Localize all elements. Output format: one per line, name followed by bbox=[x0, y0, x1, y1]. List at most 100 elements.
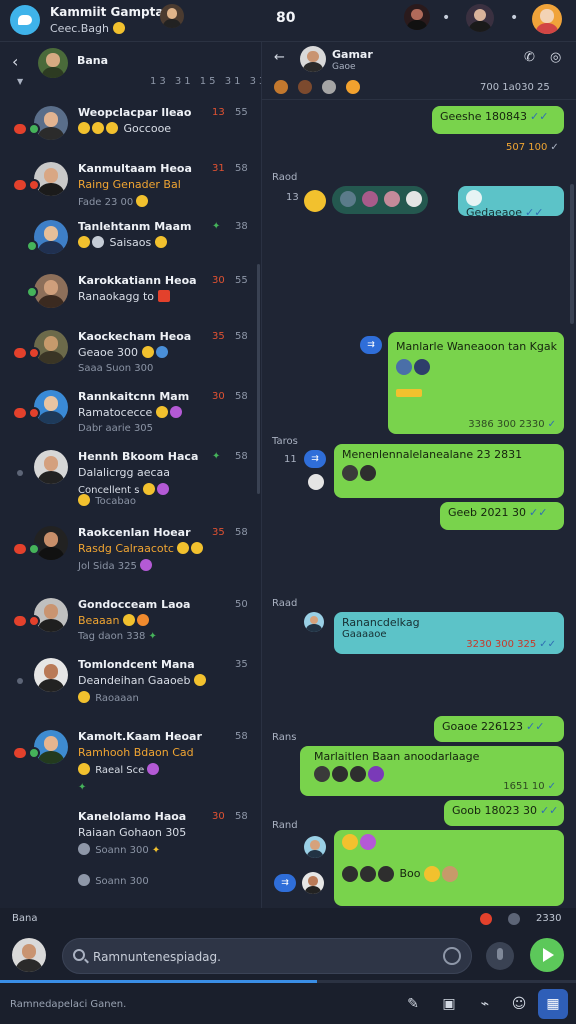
incoming-message[interactable]: Ranancdelkag Gaaaaoe 3230 300 325 ✓✓ bbox=[334, 612, 564, 654]
conversation-scrollbar[interactable] bbox=[570, 184, 574, 324]
outgoing-message[interactable]: Goob 18023 30 ✓✓ bbox=[444, 800, 564, 826]
preview-text: Rasdg Calraacotc bbox=[78, 542, 174, 555]
sticker-icon bbox=[368, 766, 384, 782]
sticker-icon[interactable] bbox=[308, 474, 324, 490]
chevron-left-icon[interactable]: ‹ bbox=[12, 52, 18, 71]
chat-list-item[interactable]: Tanlehtanm Maam Saisaos ✦ 38 bbox=[0, 220, 256, 278]
chat-list-item[interactable]: Kanmultaam Heoa Raing Genader Bal Fade 2… bbox=[0, 162, 256, 220]
timestamp: 35 bbox=[235, 659, 248, 670]
send-button[interactable] bbox=[530, 938, 564, 972]
contact-avatar[interactable] bbox=[34, 162, 68, 196]
contact-avatar[interactable] bbox=[34, 450, 68, 484]
forward-icon[interactable]: ⇉ bbox=[274, 874, 296, 892]
forward-icon[interactable]: ⇉ bbox=[304, 450, 326, 468]
emoji-icon bbox=[169, 406, 182, 418]
contact-avatar[interactable] bbox=[34, 598, 68, 632]
chat-list-item[interactable]: Kaockecham Heoa Geaoe 300 Saaa Suon 300 … bbox=[0, 330, 256, 388]
caret-down-icon[interactable]: ▼ bbox=[17, 77, 23, 86]
message-text: Ranancdelkag bbox=[342, 616, 420, 629]
unread-count: 30 bbox=[212, 391, 225, 402]
filter-icons[interactable]: 13 31 15 31 33 bbox=[150, 76, 261, 87]
attach-icon[interactable]: ⌁ bbox=[476, 995, 494, 1013]
sender-avatar[interactable] bbox=[304, 612, 324, 632]
read-check-icon: ✓✓ bbox=[529, 506, 548, 519]
incoming-message[interactable]: Marlaitlen Baan anoodarlaage 1651 10 ✓ bbox=[300, 746, 564, 796]
sender-avatar[interactable] bbox=[302, 872, 324, 894]
contact-avatar[interactable] bbox=[34, 658, 68, 692]
contact-avatar[interactable] bbox=[34, 526, 68, 560]
message-input[interactable] bbox=[93, 945, 433, 969]
compose-field[interactable] bbox=[62, 938, 472, 974]
group-avatar[interactable] bbox=[38, 48, 68, 78]
image-icon[interactable]: ▣ bbox=[440, 995, 458, 1013]
chat-list-item[interactable]: Gondocceam Laoa Beaaan Tag daon 338 ✦ 50 bbox=[0, 598, 256, 656]
sticker-icon bbox=[342, 834, 358, 850]
sender-label: Raad bbox=[272, 598, 298, 609]
unread-count: 31 bbox=[212, 163, 225, 174]
compose-icon[interactable]: ✎ bbox=[404, 995, 422, 1013]
chat-list-item[interactable]: Tomlondcent Mana Deandeihan Gaaoeb Raoaa… bbox=[0, 658, 256, 716]
pin-icon: ✦ bbox=[148, 631, 157, 642]
conversation-status: Gaoe bbox=[332, 62, 356, 72]
outgoing-message[interactable]: Goaoe 226123 ✓✓ bbox=[434, 716, 564, 742]
profile-avatar[interactable] bbox=[532, 4, 562, 34]
outgoing-message[interactable]: Manlarle Waneaoon tan Kgak 3386 300 2330… bbox=[388, 332, 564, 434]
chat-list-item[interactable]: Kamolt.Kaam Heoar Ramhooh Bdaon Cad Raea… bbox=[0, 730, 256, 788]
sticker-strip[interactable] bbox=[332, 186, 428, 214]
reaction-icon[interactable] bbox=[298, 80, 312, 94]
my-avatar[interactable] bbox=[12, 938, 46, 972]
top-avatar-1[interactable] bbox=[160, 4, 184, 28]
contact-avatar[interactable] bbox=[34, 390, 68, 424]
incoming-message[interactable]: Boo bbox=[334, 830, 564, 906]
phone-icon[interactable]: ✆ bbox=[524, 50, 535, 65]
chat-list-item[interactable]: Kanelolamo Haoa Raiaan Gohaon 305 Soann … bbox=[0, 810, 256, 868]
sender-num: 11 bbox=[284, 454, 297, 465]
outgoing-message[interactable]: Geeb 2021 30 ✓✓ bbox=[440, 502, 564, 530]
unread-count: 13 bbox=[212, 107, 225, 118]
conversation-avatar[interactable] bbox=[300, 46, 326, 72]
contact-name: Weopclacpar lleao bbox=[78, 106, 192, 119]
emoji-icon[interactable] bbox=[443, 947, 461, 965]
contact-avatar[interactable] bbox=[34, 330, 68, 364]
top-avatar-3[interactable] bbox=[466, 4, 494, 32]
reaction-icon[interactable] bbox=[274, 80, 288, 94]
chat-list-item[interactable]: Raokcenlan Hoear Rasdg Calraacotc Jol Si… bbox=[0, 526, 256, 584]
chat-list-item[interactable]: Karokkatiann Heoa Ranaokagg to 30 55 bbox=[0, 274, 256, 332]
attachment-icon bbox=[396, 389, 422, 397]
emoji-icon bbox=[78, 122, 90, 134]
contact-avatar[interactable] bbox=[34, 106, 68, 140]
forward-icon[interactable]: ⇉ bbox=[360, 336, 382, 354]
online-status-icon bbox=[26, 240, 38, 252]
contact-avatar[interactable] bbox=[34, 220, 68, 254]
message-time: 3386 300 2330 ✓ bbox=[468, 419, 556, 430]
online-status-icon bbox=[28, 123, 40, 135]
sticker-icon bbox=[360, 866, 376, 882]
message-preview: Raing Genader Bal bbox=[78, 178, 181, 191]
sender-avatar[interactable] bbox=[304, 836, 326, 858]
emoji-icon[interactable]: ☺ bbox=[510, 995, 528, 1013]
contact-avatar[interactable] bbox=[34, 274, 68, 308]
mic-button[interactable] bbox=[486, 942, 514, 970]
incoming-message[interactable]: Menenlennalelanealane 23 2831 bbox=[334, 444, 564, 498]
chat-list-scrollbar[interactable] bbox=[257, 264, 260, 494]
top-avatar-2[interactable] bbox=[404, 4, 430, 30]
sticker-icon[interactable] bbox=[304, 190, 326, 212]
reaction-icon[interactable] bbox=[322, 80, 336, 94]
grid-icon[interactable]: ▦ bbox=[538, 989, 568, 1019]
timestamp: 58 bbox=[235, 451, 248, 462]
app-logo-icon[interactable] bbox=[10, 5, 40, 35]
reaction-icon[interactable] bbox=[346, 80, 360, 94]
sticker-icon bbox=[414, 359, 430, 375]
video-icon[interactable]: ◎ bbox=[550, 50, 561, 65]
contact-avatar[interactable] bbox=[34, 730, 68, 764]
notification-dot-icon[interactable] bbox=[480, 913, 492, 925]
outgoing-message[interactable]: Gedaeaoe ✓✓ bbox=[458, 186, 564, 219]
sticker-row bbox=[342, 834, 556, 850]
chat-list-item[interactable]: Weopclacpar lleao Goccooe 13 55 bbox=[0, 106, 256, 164]
arrow-left-icon[interactable]: ← bbox=[274, 50, 285, 65]
settings-dot-icon[interactable] bbox=[508, 913, 520, 925]
outgoing-message[interactable]: Geeshe 180843 ✓✓ bbox=[432, 106, 564, 134]
unread-count: 30 bbox=[212, 811, 225, 822]
chat-list-item[interactable]: Rannkaitcnn Mam Ramatocecce Dabr aarie 3… bbox=[0, 390, 256, 448]
sticker-icon bbox=[360, 834, 376, 850]
